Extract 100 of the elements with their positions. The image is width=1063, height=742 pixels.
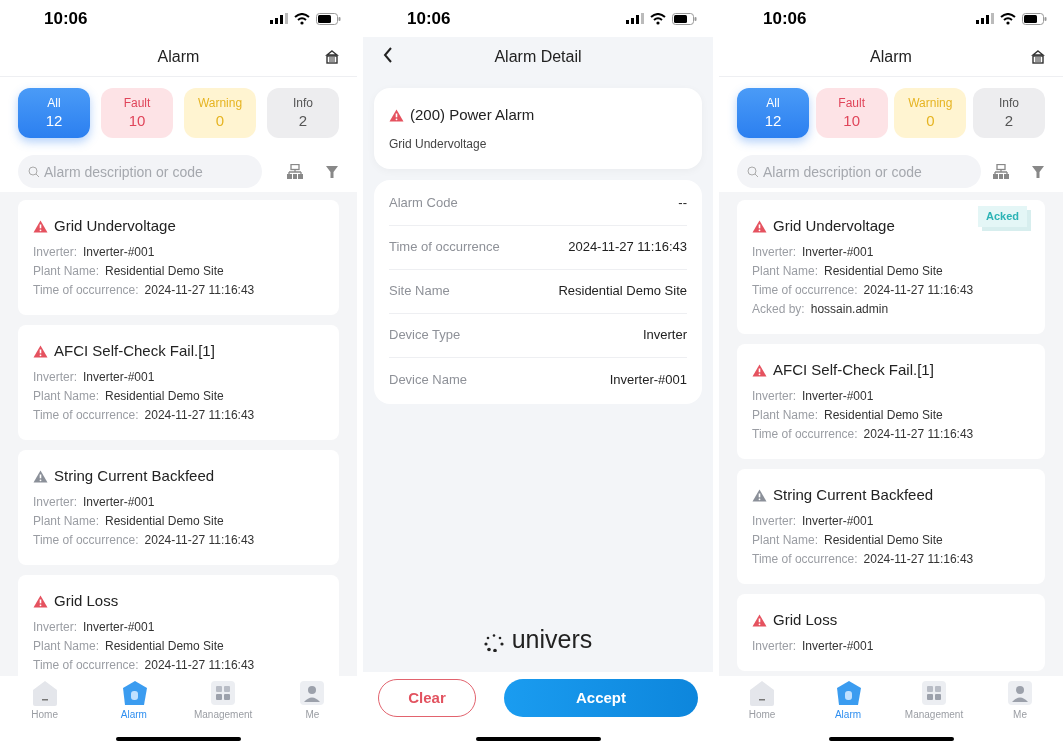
- alarm-card[interactable]: String Current Backfeed Inverter: Inverter-#001 Plant Name: Residential Demo Site Time of occurrence: 2024-11-27 11:16:43: [737, 469, 1045, 584]
- field-label: Time of occurrence:: [33, 406, 139, 424]
- alarm-title: Grid Loss: [773, 609, 838, 630]
- field-label: Inverter:: [752, 512, 796, 530]
- search-field[interactable]: Alarm description or code: [737, 155, 981, 188]
- alarm-title: Grid Undervoltage: [54, 215, 176, 236]
- nav-tab[interactable]: Management: [188, 678, 259, 722]
- filter-tab[interactable]: Warning 0: [184, 88, 256, 138]
- field-label: Plant Name:: [752, 406, 819, 424]
- field-value: 2024-11-27 11:16:43: [144, 656, 255, 674]
- field-value: Residential Demo Site: [105, 512, 224, 530]
- alarm-card[interactable]: AFCI Self-Check Fail.[1] Inverter: Inverter-#001 Plant Name: Residential Demo Site Time of occurrence: 2024-11-27 11:16:43: [18, 325, 339, 440]
- alarm-title: String Current Backfeed: [54, 465, 215, 486]
- field-label: Plant Name:: [752, 262, 819, 280]
- field-label: Time of occurrence:: [752, 550, 858, 568]
- filter-tab[interactable]: Info 2: [267, 88, 339, 138]
- alarm-card[interactable]: Grid Undervoltage Inverter: Inverter-#001 Plant Name: Residential Demo Site Time of occurrence: 2024-11-27 11:16:43 Acked by: hossain.admin Acked: [737, 200, 1045, 334]
- search-icon: [747, 166, 759, 178]
- alarm-card[interactable]: Grid Loss Inverter: Inverter-#001 Plant Name: Residential Demo Site Time of occurrence: 2024-11-27 11:16:43: [18, 575, 339, 676]
- detail-label: Device Type: [389, 326, 461, 345]
- nav-tab[interactable]: Me: [277, 678, 348, 722]
- field-label: Inverter:: [33, 493, 77, 511]
- basket-icon[interactable]: [1031, 50, 1045, 64]
- field-value: Residential Demo Site: [824, 406, 943, 424]
- field-label: Inverter:: [752, 243, 796, 261]
- filter-icon[interactable]: [325, 164, 339, 179]
- field-value: Residential Demo Site: [105, 262, 224, 280]
- field-value: Inverter-#001: [83, 618, 155, 636]
- field-value: 2024-11-27 11:16:43: [863, 281, 974, 299]
- detail-label: Device Name: [389, 370, 468, 389]
- hierarchy-icon[interactable]: [993, 163, 1009, 180]
- field-label: Time of occurrence:: [752, 281, 858, 299]
- filter-tab[interactable]: Fault 10: [101, 88, 173, 138]
- battery-icon: [1022, 12, 1047, 25]
- field-label: Time of occurrence:: [752, 425, 858, 443]
- status-time: 10:06: [407, 7, 451, 30]
- status-time: 10:06: [763, 7, 807, 30]
- field-label: Inverter:: [33, 368, 77, 386]
- detail-label: Time of occurrence: [389, 238, 500, 257]
- logo-text: univers: [511, 626, 593, 652]
- filter-tab[interactable]: Warning 0: [894, 88, 967, 138]
- field-value: Residential Demo Site: [105, 387, 224, 405]
- grid-icon: [919, 678, 949, 707]
- filter-tab[interactable]: All 12: [18, 88, 90, 138]
- field-label: Plant Name:: [33, 512, 100, 530]
- alarm-card[interactable]: AFCI Self-Check Fail.[1] Inverter: Inverter-#001 Plant Name: Residential Demo Site Time of occurrence: 2024-11-27 11:16:43: [737, 344, 1045, 459]
- screen-title: Alarm: [157, 46, 200, 67]
- nav-tab[interactable]: Me: [985, 678, 1055, 722]
- alarm-title: String Current Backfeed: [773, 484, 934, 505]
- detail-value: Inverter-#001: [609, 370, 687, 389]
- field-value: Inverter-#001: [802, 512, 874, 530]
- alarm-title: Grid Loss: [54, 590, 119, 611]
- back-icon[interactable]: [383, 47, 393, 63]
- filter-icon[interactable]: [1031, 164, 1045, 179]
- battery-icon: [672, 12, 697, 25]
- detail-value: Inverter: [642, 326, 687, 345]
- hierarchy-icon[interactable]: [287, 163, 303, 180]
- clear-button[interactable]: Clear: [378, 679, 476, 717]
- nav-tab[interactable]: Management: [899, 678, 969, 722]
- field-label: Plant Name:: [33, 387, 100, 405]
- basket-icon[interactable]: [325, 50, 339, 64]
- home-icon: [747, 678, 777, 707]
- alarm-title: AFCI Self-Check Fail.[1]: [54, 340, 215, 361]
- detail-value: --: [678, 194, 687, 213]
- nav-tab[interactable]: Alarm: [98, 678, 169, 722]
- field-label: Acked by:: [752, 300, 805, 318]
- field-value: Inverter-#001: [83, 493, 155, 511]
- field-label: Inverter:: [33, 618, 77, 636]
- alarm-title: Grid Undervoltage: [773, 215, 895, 236]
- detail-value: Residential Demo Site: [558, 282, 687, 301]
- battery-icon: [316, 12, 341, 25]
- filter-tab[interactable]: Fault 10: [815, 88, 888, 138]
- detail-label: Alarm Code: [389, 194, 458, 213]
- field-label: Inverter:: [33, 243, 77, 261]
- signal-icon: [626, 13, 644, 24]
- wifi-icon: [1000, 12, 1016, 25]
- nav-tab[interactable]: Home: [9, 678, 80, 722]
- field-value: Inverter-#001: [83, 243, 155, 261]
- field-label: Time of occurrence:: [33, 656, 139, 674]
- filter-tab[interactable]: Info 2: [972, 88, 1045, 138]
- status-time: 10:06: [44, 7, 88, 30]
- field-value: Inverter-#001: [83, 368, 155, 386]
- screen-title: Alarm: [870, 46, 912, 67]
- field-label: Plant Name:: [33, 262, 100, 280]
- wifi-icon: [650, 12, 666, 25]
- accept-button[interactable]: Accept: [504, 679, 698, 717]
- field-value: Inverter-#001: [802, 637, 874, 655]
- alarm-card[interactable]: Grid Undervoltage Inverter: Inverter-#001 Plant Name: Residential Demo Site Time of occurrence: 2024-11-27 11:16:43: [18, 200, 339, 315]
- signal-icon: [270, 13, 288, 24]
- search-field[interactable]: Alarm description or code: [18, 155, 262, 188]
- field-value: 2024-11-27 11:16:43: [144, 406, 255, 424]
- nav-tab[interactable]: Alarm: [813, 678, 883, 722]
- nav-tab[interactable]: Home: [727, 678, 797, 722]
- alarm-card[interactable]: String Current Backfeed Inverter: Inverter-#001 Plant Name: Residential Demo Site Time of occurrence: 2024-11-27 11:16:43: [18, 450, 339, 565]
- wifi-icon: [294, 12, 310, 25]
- field-value: Residential Demo Site: [105, 637, 224, 655]
- alarm-card[interactable]: Grid Loss Inverter: Inverter-#001: [737, 594, 1045, 671]
- filter-tab[interactable]: All 12: [737, 88, 809, 138]
- signal-icon: [976, 13, 994, 24]
- field-label: Plant Name:: [33, 637, 100, 655]
